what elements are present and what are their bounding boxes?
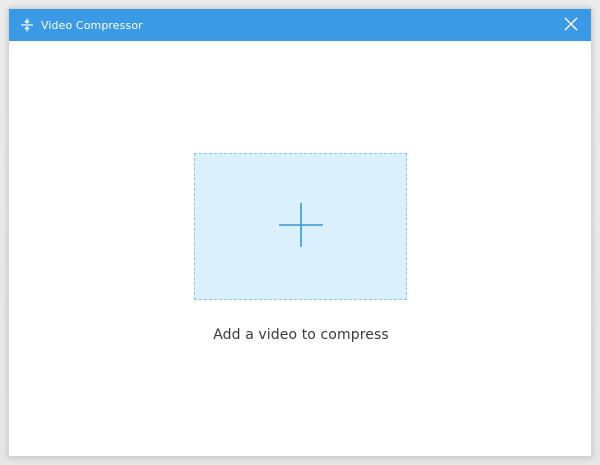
window-title: Video Compressor	[41, 18, 143, 32]
close-icon	[564, 16, 578, 35]
close-button[interactable]	[563, 17, 579, 33]
plus-icon	[278, 202, 324, 252]
title-bar[interactable]: Video Compressor	[9, 9, 591, 41]
add-video-dropzone[interactable]	[194, 153, 407, 300]
compress-arrows-icon	[20, 18, 34, 32]
add-video-prompt: Add a video to compress	[213, 327, 389, 343]
video-compressor-window: Video Compressor Add a video to compress	[8, 8, 592, 457]
